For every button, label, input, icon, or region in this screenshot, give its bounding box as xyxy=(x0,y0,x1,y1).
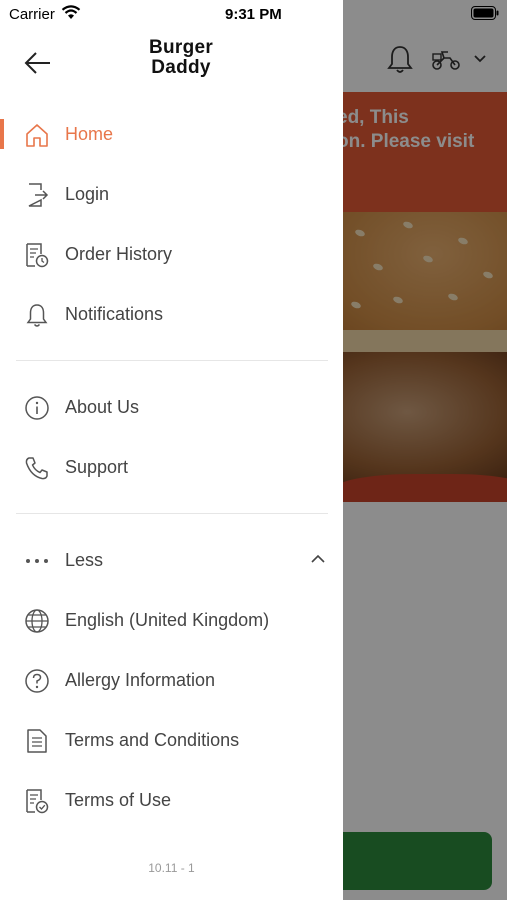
status-bar: Carrier 9:31 PM xyxy=(0,0,507,28)
home-icon xyxy=(26,124,48,147)
menu-item-label: Order History xyxy=(65,244,173,264)
menu-item-label: Login xyxy=(65,184,110,204)
navigation-drawer: Burger Daddy Home Login Order History No… xyxy=(0,0,343,900)
menu-item-label: Support xyxy=(65,457,129,477)
menu-item-label: Notifications xyxy=(65,304,164,324)
menu-item-terms-and-conditions[interactable]: Terms and Conditions xyxy=(0,710,343,770)
menu-item-label: Less xyxy=(65,550,104,570)
menu-item-notifications[interactable]: Notifications xyxy=(0,284,343,344)
menu-item-label: Terms and Conditions xyxy=(65,730,240,750)
menu-item-label: Terms of Use xyxy=(65,790,172,810)
menu-item-language[interactable]: English (United Kingdom) xyxy=(0,590,343,650)
menu-item-allergy-information[interactable]: Allergy Information xyxy=(0,650,343,710)
wifi-icon xyxy=(61,5,81,19)
menu-item-label: About Us xyxy=(65,397,140,417)
more-icon xyxy=(26,559,48,563)
document-check-icon xyxy=(26,789,49,814)
divider xyxy=(16,513,328,514)
menu-item-home[interactable]: Home xyxy=(0,104,343,164)
question-icon xyxy=(25,669,49,693)
globe-icon xyxy=(25,609,49,633)
clock: 9:31 PM xyxy=(225,6,282,23)
menu-item-label: Allergy Information xyxy=(65,670,216,690)
login-icon xyxy=(28,183,49,207)
order-history-icon xyxy=(26,243,49,268)
app-version: 10.11 - 1 xyxy=(148,861,195,875)
menu-item-label: Home xyxy=(65,124,114,144)
chevron-up-icon[interactable] xyxy=(310,553,326,565)
menu-item-order-history[interactable]: Order History xyxy=(0,224,343,284)
carrier-label: Carrier xyxy=(9,6,55,23)
back-arrow-icon[interactable] xyxy=(24,50,52,76)
brand-logo: Burger Daddy xyxy=(132,38,230,78)
phone-icon xyxy=(25,457,48,480)
menu-item-terms-of-use[interactable]: Terms of Use xyxy=(0,770,343,830)
menu-item-about-us[interactable]: About Us xyxy=(0,377,343,437)
menu-item-less[interactable]: Less xyxy=(0,530,343,590)
info-icon xyxy=(25,396,49,420)
battery-icon xyxy=(471,6,499,20)
drawer-header: Burger Daddy xyxy=(0,30,343,90)
brand-line: Burger xyxy=(148,37,214,58)
divider xyxy=(16,360,328,361)
menu-item-support[interactable]: Support xyxy=(0,437,343,497)
active-indicator xyxy=(0,119,4,149)
menu-item-label: English (United Kingdom) xyxy=(65,610,270,630)
bell-icon xyxy=(26,304,48,327)
document-icon xyxy=(27,729,47,753)
brand-line: Daddy xyxy=(151,57,211,78)
menu-item-login[interactable]: Login xyxy=(0,164,343,224)
